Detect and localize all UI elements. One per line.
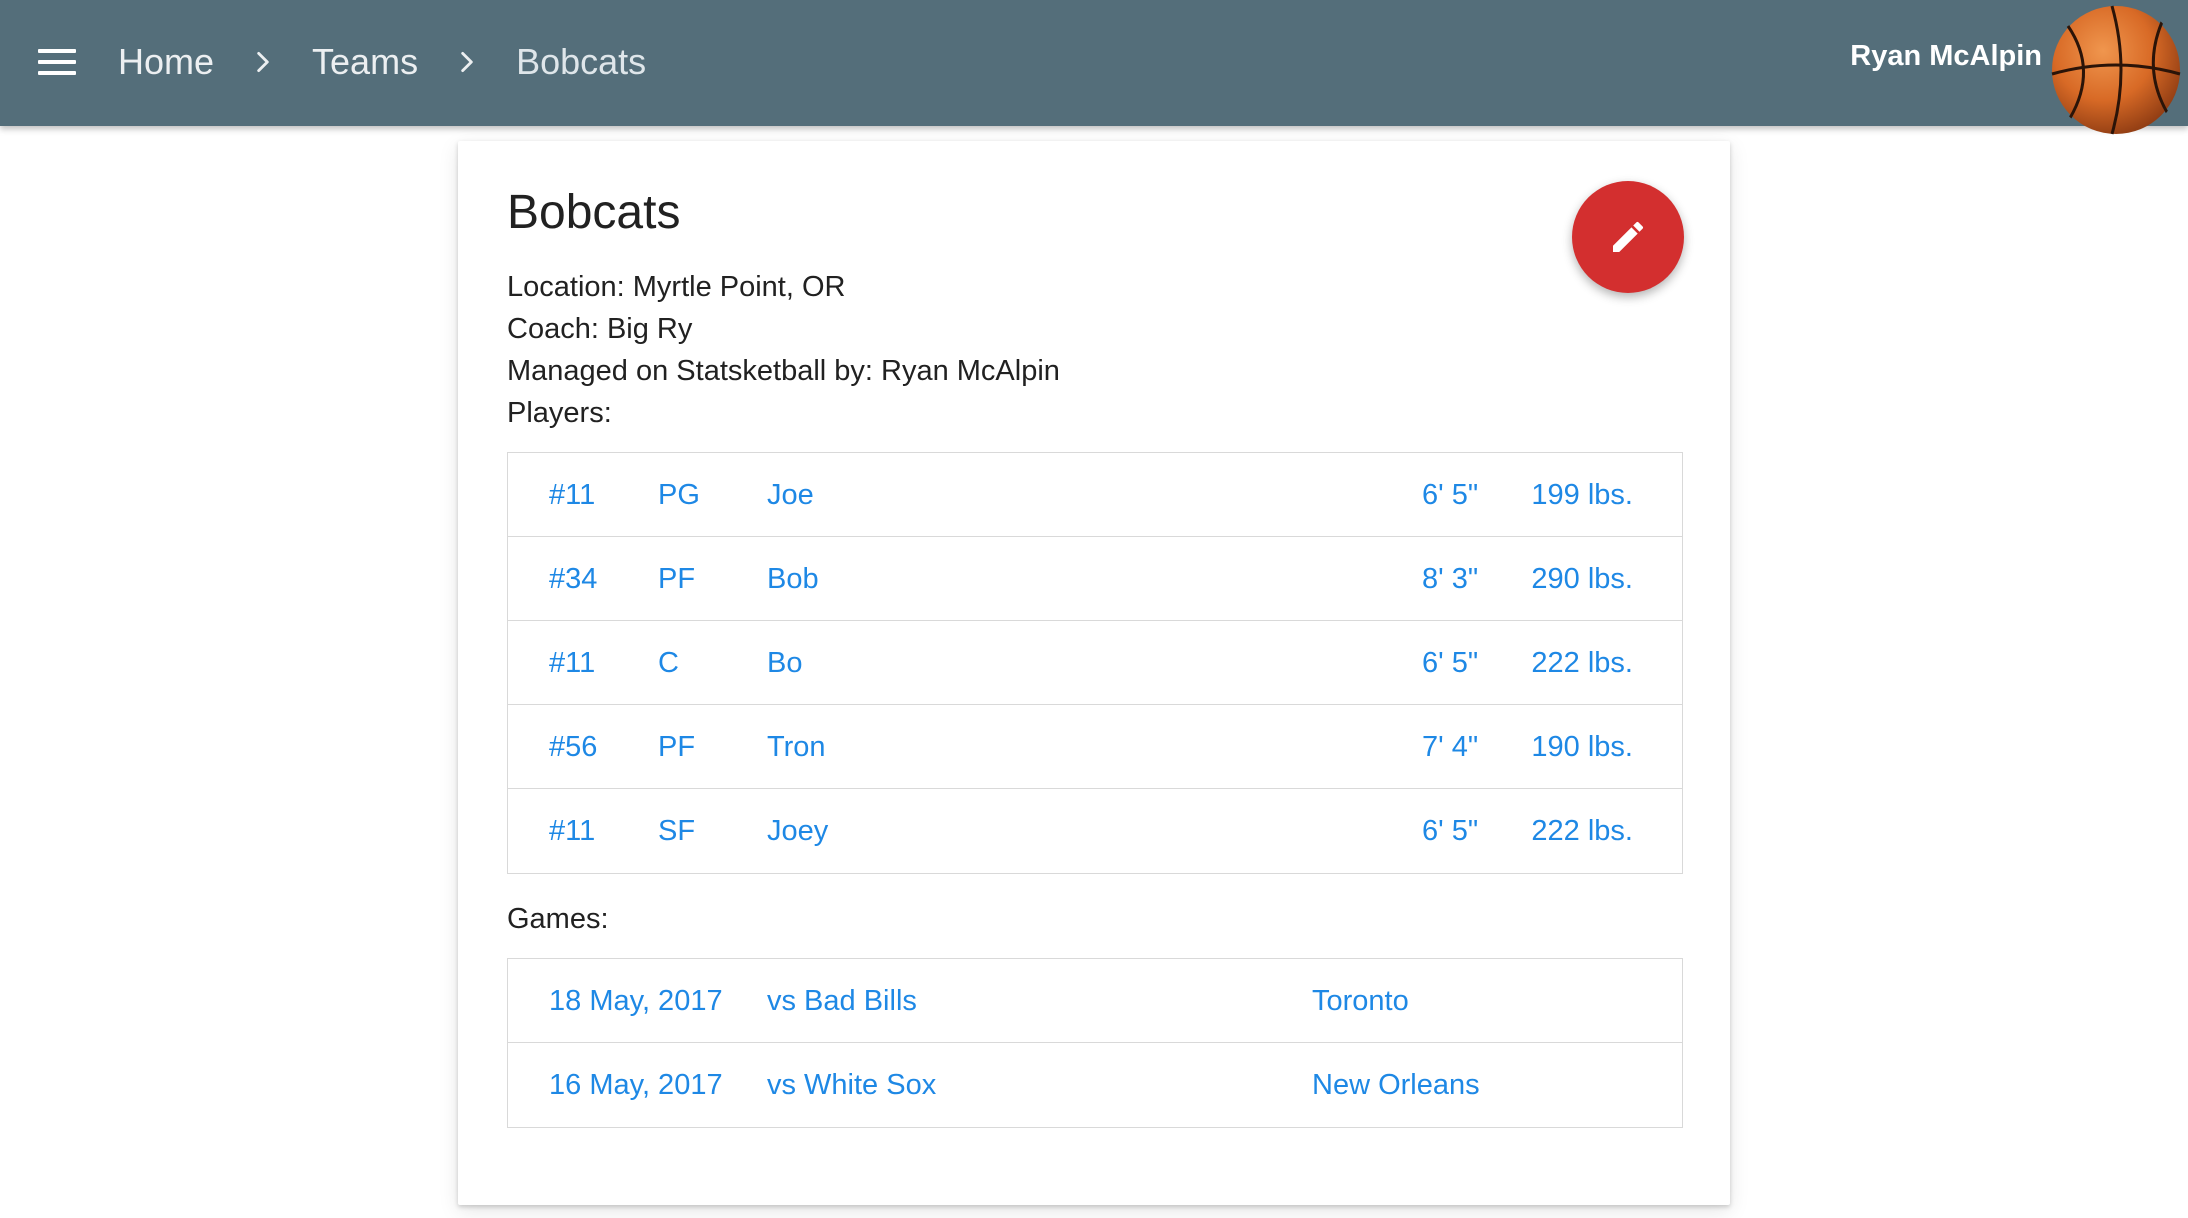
player-height: 7' 4": [1422, 731, 1479, 763]
player-row[interactable]: #11 PG Joe 6' 5" 199 lbs.: [508, 453, 1682, 537]
app-bar: Home Teams Bobcats Ryan McAlpin: [0, 0, 2188, 126]
player-weight: 190 lbs.: [1531, 731, 1633, 763]
game-location: New Orleans: [1312, 1069, 1480, 1101]
player-name: Joe: [767, 479, 814, 511]
player-name: Bob: [767, 563, 819, 595]
game-opponent: vs Bad Bills: [767, 985, 917, 1017]
player-number: #34: [549, 563, 598, 595]
user-name[interactable]: Ryan McAlpin: [1850, 40, 2042, 73]
player-number: #11: [549, 647, 596, 679]
player-height: 6' 5": [1422, 647, 1479, 679]
chevron-right-icon: [236, 36, 290, 88]
games-heading: Games:: [507, 903, 609, 935]
game-row[interactable]: 16 May, 2017 vs White Sox New Orleans: [508, 1043, 1682, 1127]
game-date: 18 May, 2017: [549, 985, 723, 1017]
game-date: 16 May, 2017: [549, 1069, 723, 1101]
player-height: 6' 5": [1422, 479, 1479, 511]
game-location: Toronto: [1312, 985, 1409, 1017]
team-location: Location: Myrtle Point, OR: [507, 271, 846, 303]
player-number: #56: [549, 731, 598, 763]
player-position: PF: [658, 563, 696, 595]
player-name: Bo: [767, 647, 803, 679]
player-name: Joey: [767, 815, 829, 847]
breadcrumb-teams[interactable]: Teams: [312, 41, 418, 83]
games-list: 18 May, 2017 vs Bad Bills Toronto 16 May…: [507, 958, 1683, 1128]
breadcrumb-home[interactable]: Home: [118, 41, 214, 83]
team-coach: Coach: Big Ry: [507, 313, 693, 345]
player-position: SF: [658, 815, 696, 847]
player-number: #11: [549, 479, 596, 511]
player-position: PF: [658, 731, 696, 763]
breadcrumb: Home Teams Bobcats: [118, 36, 646, 88]
player-position: PG: [658, 479, 700, 511]
game-opponent: vs White Sox: [767, 1069, 937, 1101]
breadcrumb-current: Bobcats: [516, 41, 647, 82]
player-position: C: [658, 647, 679, 679]
player-number: #11: [549, 815, 596, 847]
game-row[interactable]: 18 May, 2017 vs Bad Bills Toronto: [508, 959, 1682, 1043]
player-name: Tron: [767, 731, 826, 763]
pencil-icon: [1613, 221, 1644, 252]
player-weight: 199 lbs.: [1531, 479, 1633, 511]
player-height: 8' 3": [1422, 563, 1479, 595]
players-list: #11 PG Joe 6' 5" 199 lbs. #34 PF Bob 8' …: [507, 452, 1683, 874]
team-card: Bobcats Location: Myrtle Point, OR Coach…: [458, 141, 1730, 1205]
player-row[interactable]: #11 SF Joey 6' 5" 222 lbs.: [508, 789, 1682, 873]
edit-team-button[interactable]: [1572, 181, 1684, 293]
players-heading: Players:: [507, 397, 612, 429]
team-name: Bobcats: [507, 186, 681, 239]
player-row[interactable]: #34 PF Bob 8' 3" 290 lbs.: [508, 537, 1682, 621]
player-height: 6' 5": [1422, 815, 1479, 847]
player-row[interactable]: #11 C Bo 6' 5" 222 lbs.: [508, 621, 1682, 705]
player-weight: 222 lbs.: [1531, 647, 1633, 679]
player-weight: 222 lbs.: [1531, 815, 1633, 847]
basketball-icon[interactable]: [2050, 4, 2182, 136]
player-weight: 290 lbs.: [1531, 563, 1633, 595]
menu-icon[interactable]: [38, 49, 76, 75]
player-row[interactable]: #56 PF Tron 7' 4" 190 lbs.: [508, 705, 1682, 789]
team-manager: Managed on Statsketball by: Ryan McAlpin: [507, 355, 1060, 387]
chevron-right-icon: [440, 36, 494, 88]
